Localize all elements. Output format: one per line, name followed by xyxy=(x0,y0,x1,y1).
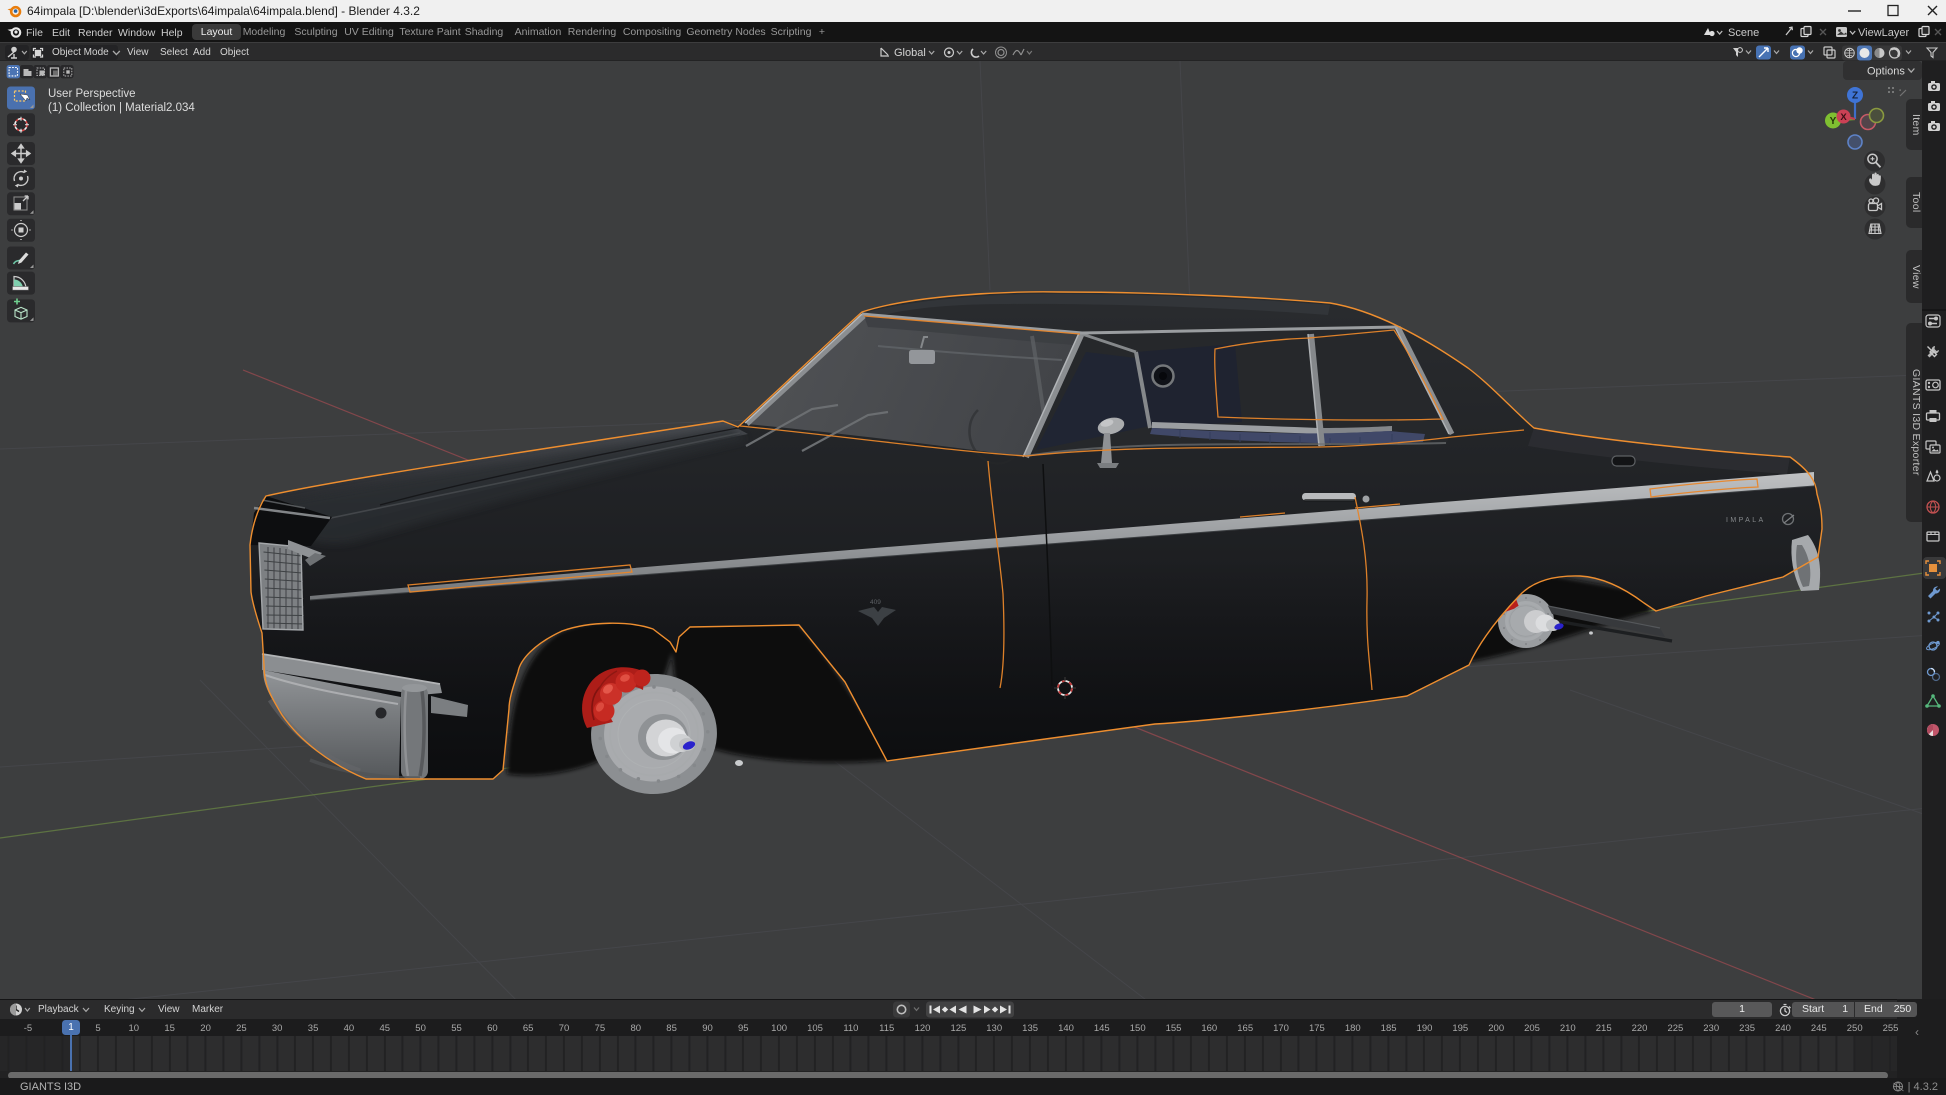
svg-text:409: 409 xyxy=(870,599,881,606)
svg-text:User Perspective: User Perspective xyxy=(48,88,136,100)
svg-text:(1) Collection | Material2.034: (1) Collection | Material2.034 xyxy=(48,102,195,114)
svg-text:Options: Options xyxy=(1867,66,1905,78)
svg-text:IMPALA: IMPALA xyxy=(1726,517,1766,524)
svg-text:X: X xyxy=(1840,112,1847,123)
svg-text:Z: Z xyxy=(1852,91,1858,102)
svg-text:Y: Y xyxy=(1830,116,1837,127)
svg-text:Global: Global xyxy=(894,47,926,59)
